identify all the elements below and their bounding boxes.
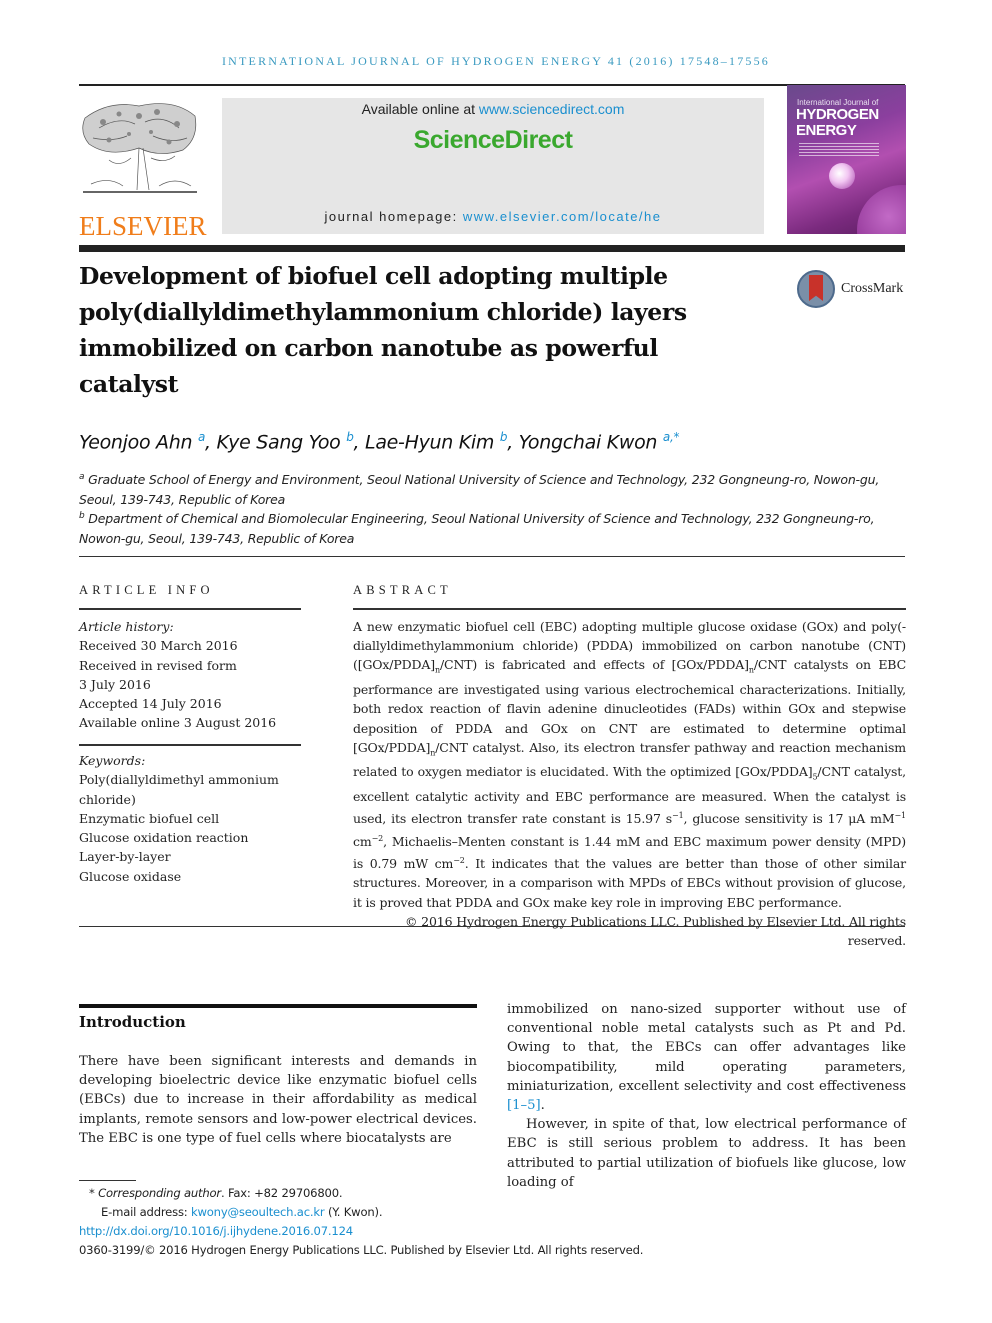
cover-title: HYDROGEN ENERGY — [796, 106, 879, 139]
cover-sphere — [829, 163, 855, 189]
abstract-body: A new enzymatic biofuel cell (EBC) adopt… — [353, 617, 906, 950]
journal-cover[interactable]: International Journal of HYDROGEN ENERGY — [787, 85, 906, 234]
title-rule — [79, 245, 905, 252]
crossmark-button[interactable]: CrossMark — [797, 267, 909, 311]
history-item: Received 30 March 2016 — [79, 638, 238, 654]
article-info-rule — [79, 608, 301, 610]
history-item: Accepted 14 July 2016 — [79, 696, 222, 712]
author-affil-link[interactable]: b — [500, 430, 508, 444]
available-online: Available online at www.sciencedirect.co… — [361, 101, 625, 117]
author[interactable]: Lae-Hyun Kim — [365, 431, 494, 453]
abstract-rule — [353, 608, 906, 610]
section-divider — [79, 556, 905, 557]
article-title: Development of biofuel cell adopting mul… — [79, 262, 687, 398]
crossmark-label: CrossMark — [841, 281, 904, 296]
intro-rule — [79, 1004, 477, 1008]
sciencedirect-link[interactable]: www.sciencedirect.com — [479, 101, 625, 117]
author-affil-link[interactable]: a — [198, 430, 205, 444]
running-head: INTERNATIONAL JOURNAL OF HYDROGEN ENERGY… — [221, 54, 771, 68]
cover-sphere-large — [857, 185, 906, 234]
history-item: Available online 3 August 2016 — [79, 715, 277, 731]
abstract-heading: ABSTRACT — [353, 583, 452, 597]
keyword: Glucose oxidation reaction — [79, 830, 249, 846]
abstract-copyright: © 2016 Hydrogen Energy Publications LLC.… — [404, 913, 906, 949]
history-item: Received in revised form — [79, 657, 237, 673]
intro-right-column: immobilized on nano-sized supporter with… — [507, 1002, 906, 1190]
keyword: Layer-by-layer — [79, 849, 171, 865]
crossmark-icon — [797, 270, 835, 308]
email-note: E-mail address: kwony@seoultech.ac.kr (Y… — [101, 1205, 383, 1219]
header-rule — [79, 84, 905, 86]
keyword: Enzymatic biofuel cell — [79, 810, 220, 826]
author-affil-link[interactable]: b — [346, 430, 354, 444]
sciencedirect-brand[interactable]: ScienceDirect — [222, 126, 764, 155]
elsevier-wordmark: ELSEVIER — [79, 211, 207, 241]
issn-copyright: 0360-3199/© 2016 Hydrogen Energy Publica… — [79, 1243, 644, 1257]
elsevier-logo[interactable]: ELSEVIER — [79, 98, 207, 240]
keyword: chloride) — [79, 791, 136, 807]
keywords-rule — [79, 744, 301, 746]
corresponding-author-note: * Corresponding author. Fax: +82 2970680… — [89, 1186, 343, 1200]
footnote-rule — [79, 1180, 136, 1181]
cover-editors — [799, 143, 879, 157]
author-affil-link[interactable]: a,* — [663, 430, 680, 444]
sciencedirect-banner: Available online at www.sciencedirect.co… — [222, 98, 764, 234]
introduction-heading: Introduction — [79, 1013, 186, 1031]
author[interactable]: Kye Sang Yoo — [217, 431, 341, 453]
elsevier-tree-icon — [79, 98, 201, 198]
footnotes: * Corresponding author. Fax: +82 2970680… — [79, 1184, 643, 1260]
article-info-heading: ARTICLE INFO — [79, 583, 214, 597]
citation-link[interactable]: [1–5] — [507, 1098, 541, 1113]
article-history: Article history: Received 30 March 2016 … — [79, 617, 301, 733]
author[interactable]: Yongchai Kwon — [519, 431, 658, 453]
author-list: Yeonjoo Ahn a, Kye Sang Yoo b, Lae-Hyun … — [79, 430, 680, 454]
journal-homepage: journal homepage: www.elsevier.com/locat… — [324, 209, 662, 224]
intro-left-column: There have been significant interests an… — [79, 1054, 477, 1146]
doi-link[interactable]: http://dx.doi.org/10.1016/j.ijhydene.201… — [79, 1222, 643, 1241]
email-link[interactable]: kwony@seoultech.ac.kr — [191, 1205, 325, 1219]
author[interactable]: Yeonjoo Ahn — [79, 431, 193, 453]
section-divider — [79, 926, 905, 927]
affiliation-b: b Department of Chemical and Biomolecula… — [79, 511, 875, 546]
keyword: Poly(diallyldimethyl ammonium — [79, 772, 279, 788]
history-item: 3 July 2016 — [79, 676, 151, 692]
keywords: Keywords: Poly(diallyldimethyl ammonium … — [79, 751, 301, 886]
keyword: Glucose oxidase — [79, 868, 182, 884]
journal-homepage-link[interactable]: www.elsevier.com/locate/he — [463, 209, 662, 224]
affiliation-a: a Graduate School of Energy and Environm… — [79, 472, 880, 507]
